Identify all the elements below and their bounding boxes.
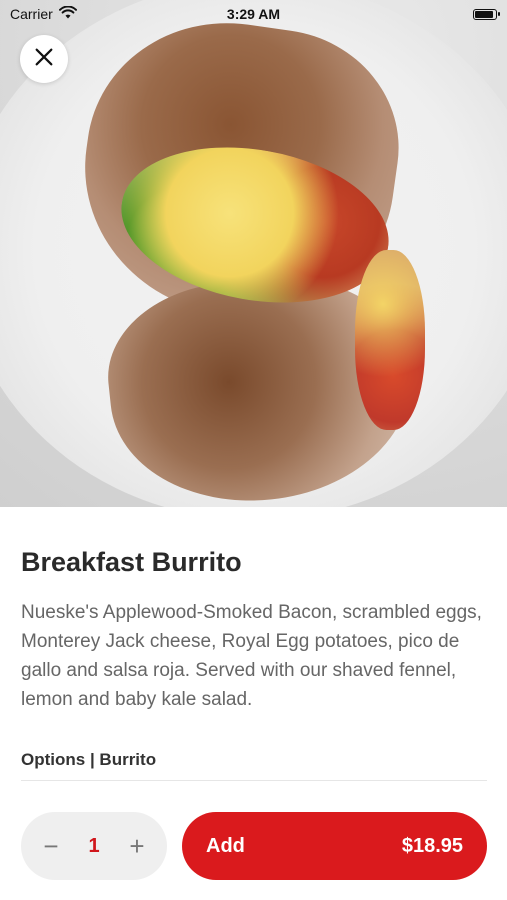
options-header: Options | Burrito	[21, 750, 487, 781]
burrito-filling-side	[355, 250, 425, 430]
hero-image	[0, 0, 507, 507]
decrement-button[interactable]: −	[39, 831, 63, 862]
add-to-cart-button[interactable]: Add $18.95	[182, 812, 487, 880]
add-button-price: $18.95	[401, 834, 463, 857]
status-bar: Carrier 3:29 AM	[0, 0, 507, 28]
item-description: Nueske's Applewood-Smoked Bacon, scrambl…	[21, 602, 482, 710]
quantity-stepper: − 1 +	[21, 812, 167, 880]
quantity-value: 1	[88, 834, 100, 857]
status-time: 3:29 AM	[226, 6, 281, 22]
carrier-label: Carrier	[10, 6, 53, 22]
increment-button[interactable]: +	[125, 831, 149, 862]
wifi-icon	[58, 5, 77, 23]
item-details: Breakfast Burrito Nueske's Applewood-Smo…	[21, 507, 487, 781]
order-bar: − 1 + Add $18.95	[0, 790, 507, 900]
battery-icon	[473, 8, 500, 20]
add-button-label: Add	[206, 834, 245, 857]
item-title: Breakfast Burrito	[21, 547, 242, 577]
close-button[interactable]	[20, 35, 68, 83]
close-icon	[33, 46, 55, 73]
